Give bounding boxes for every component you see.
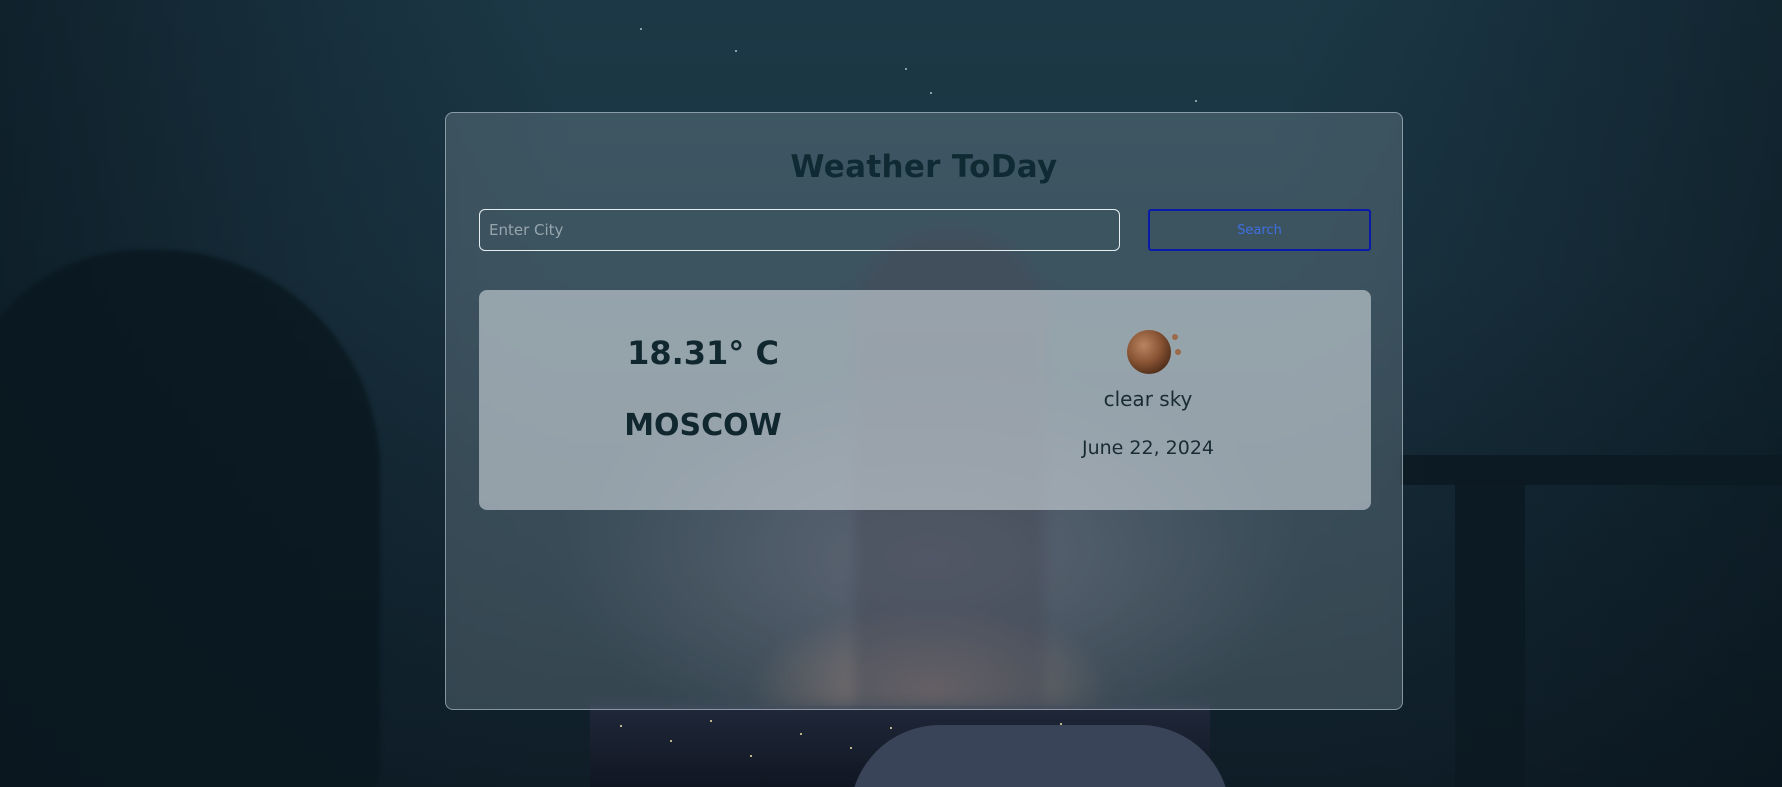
city-search-input[interactable] [479, 209, 1120, 251]
weather-description: clear sky [1103, 387, 1193, 411]
star [640, 28, 642, 30]
sun-icon [1127, 330, 1181, 374]
weather-date: June 22, 2024 [1081, 437, 1215, 459]
star [905, 68, 907, 70]
search-button[interactable]: Search [1148, 209, 1371, 251]
star [930, 92, 932, 94]
background-table-leg [1455, 480, 1525, 787]
weather-panel: Weather ToDay Search 18.31° C MOSCOW cle… [445, 112, 1403, 710]
star [1195, 100, 1197, 102]
page-title: Weather ToDay [790, 149, 1058, 185]
weather-result-card: 18.31° C MOSCOW clear sky June 22, 2024 [479, 290, 1371, 510]
temperature-value: 18.31° C [627, 334, 779, 372]
background-chair [0, 250, 380, 787]
background-pillow [850, 725, 1230, 787]
star [735, 50, 737, 52]
city-name: MOSCOW [624, 408, 782, 443]
